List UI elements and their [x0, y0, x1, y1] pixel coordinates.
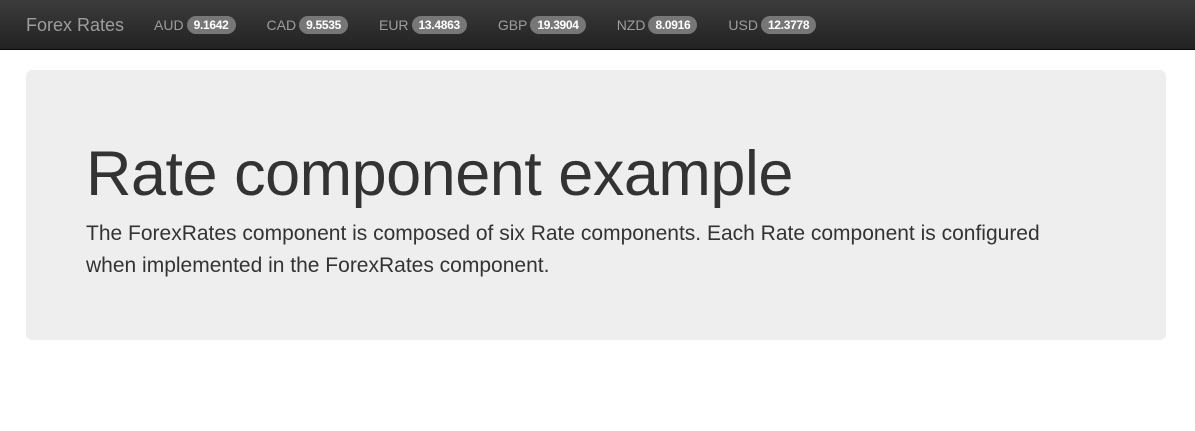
brand-link[interactable]: Forex Rates — [26, 15, 124, 35]
rate-code: NZD — [616, 16, 646, 33]
rate-badge: 9.1642 — [186, 15, 236, 34]
rate-badge: 8.0916 — [648, 15, 698, 34]
rate-badge: 12.3778 — [760, 15, 817, 34]
page-title: Rate component example — [86, 139, 793, 209]
rate-code: CAD — [266, 16, 297, 33]
rate-cad[interactable]: CAD 9.5535 — [266, 15, 348, 34]
rate-code: AUD — [154, 16, 184, 33]
rate-usd[interactable]: USD 12.3778 — [728, 15, 817, 34]
jumbotron: Rate component example The ForexRates co… — [26, 70, 1166, 340]
rate-code: USD — [728, 16, 758, 33]
rates-list: AUD 9.1642 CAD 9.5535 EUR 13.4863 GBP 19… — [154, 15, 847, 34]
rate-eur[interactable]: EUR 13.4863 — [378, 15, 467, 34]
rate-gbp[interactable]: GBP 19.3904 — [497, 15, 586, 34]
rate-badge: 9.5535 — [299, 15, 348, 34]
rate-aud[interactable]: AUD 9.1642 — [154, 15, 236, 34]
rate-code: EUR — [378, 16, 409, 33]
navbar: Forex Rates AUD 9.1642 CAD 9.5535 EUR 13… — [0, 0, 1195, 50]
rate-nzd[interactable]: NZD 8.0916 — [616, 15, 698, 34]
rate-badge: 19.3904 — [530, 15, 586, 34]
rate-badge: 13.4863 — [411, 15, 467, 34]
page-description: The ForexRates component is composed of … — [86, 222, 1040, 277]
rate-code: GBP — [497, 16, 528, 33]
